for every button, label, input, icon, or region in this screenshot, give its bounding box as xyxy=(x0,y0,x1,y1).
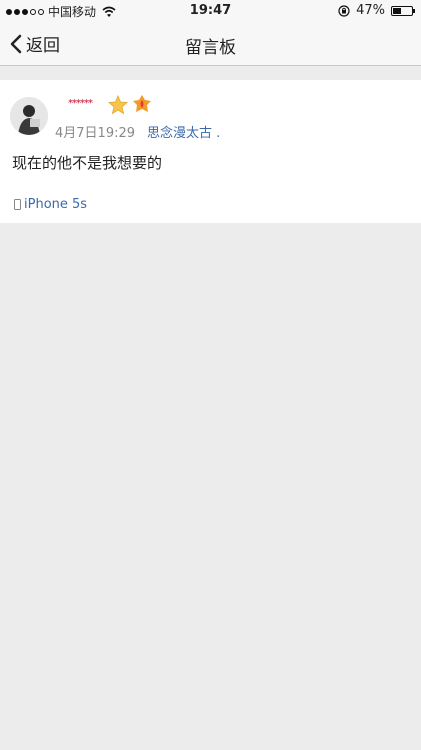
status-bar: 中国移动 19:47 47% xyxy=(0,0,421,22)
flame-badge-icon xyxy=(133,95,151,112)
post-source-link[interactable]: 思念漫太古 . xyxy=(147,122,220,141)
message-post: ****** 4月7日19:29 思念漫太古 . 现在的他不是我想要的 iPho… xyxy=(0,80,421,223)
post-content: 现在的他不是我想要的 xyxy=(12,154,163,172)
rotation-lock-icon xyxy=(338,4,350,17)
phone-icon xyxy=(14,199,21,210)
post-meta: 4月7日19:29 思念漫太古 . xyxy=(55,122,220,141)
status-right: 47% xyxy=(338,3,415,18)
navigation-bar: 返回 留言板 xyxy=(0,22,421,66)
battery-icon xyxy=(391,5,415,16)
post-time: 4月7日19:29 xyxy=(55,126,136,141)
star-badge-icon xyxy=(108,95,128,115)
device-label[interactable]: iPhone 5s xyxy=(14,197,87,212)
avatar[interactable] xyxy=(10,97,48,135)
battery-percent: 47% xyxy=(356,3,385,18)
page-title: 留言板 xyxy=(185,38,236,58)
device-name: iPhone 5s xyxy=(24,197,88,212)
username[interactable]: ****** xyxy=(68,98,93,109)
